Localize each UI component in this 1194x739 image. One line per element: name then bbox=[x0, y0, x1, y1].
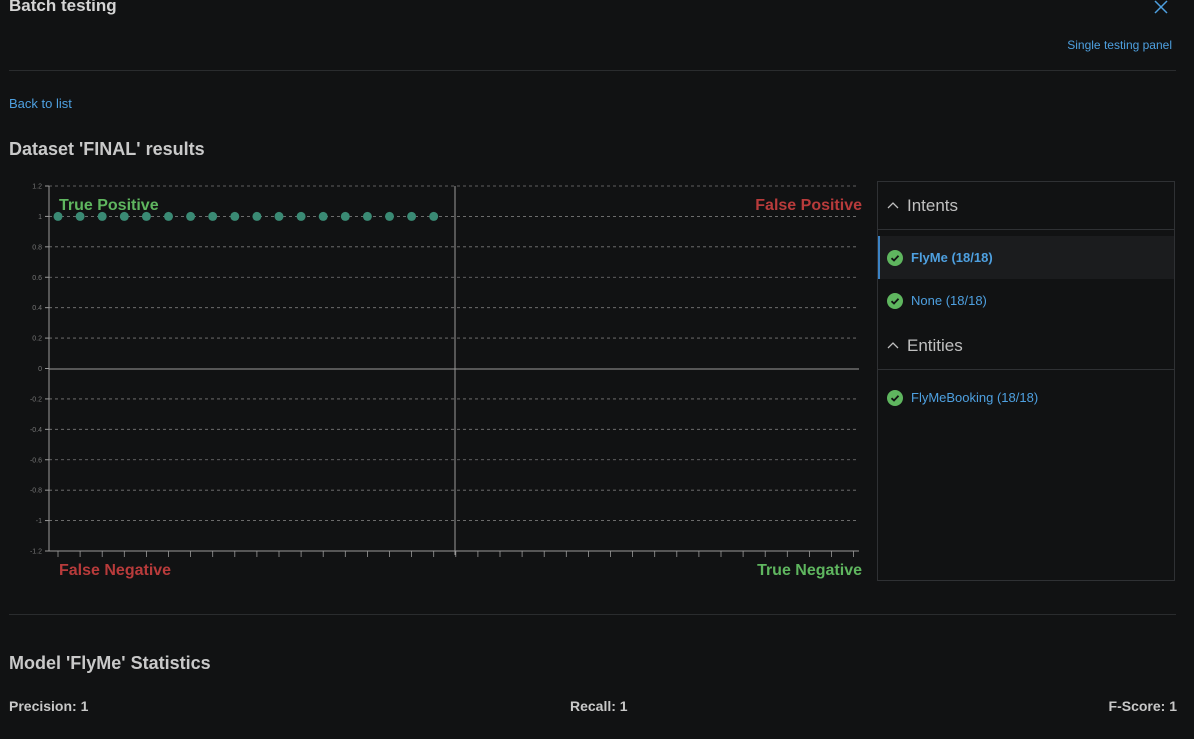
intent-item-flyme[interactable]: FlyMe (18/18) bbox=[878, 236, 1174, 279]
y-tick-label: -0.6 bbox=[30, 457, 42, 464]
intent-item-label: None (18/18) bbox=[911, 293, 987, 308]
data-point bbox=[407, 211, 417, 221]
data-point bbox=[164, 211, 173, 221]
y-tick-label: -1 bbox=[36, 518, 42, 525]
quadrant-label-true-positive: True Positive bbox=[59, 197, 159, 214]
y-tick-label: 1 bbox=[38, 214, 42, 221]
data-point bbox=[362, 211, 372, 221]
data-point bbox=[274, 211, 284, 221]
entities-group-header[interactable]: Entities bbox=[878, 322, 1174, 370]
dataset-title: Dataset 'FINAL' results bbox=[9, 139, 205, 159]
chevron-up-icon bbox=[887, 341, 899, 348]
y-tick-label: 0 bbox=[38, 366, 42, 373]
check-icon bbox=[887, 292, 903, 309]
entity-item-flymebooking[interactable]: FlyMeBooking (18/18) bbox=[878, 376, 1174, 419]
intent-item-label: FlyMe (18/18) bbox=[911, 250, 993, 265]
x-axis-ticks bbox=[57, 551, 854, 557]
header-divider bbox=[9, 70, 1176, 71]
y-tick-label: -0.4 bbox=[30, 427, 42, 434]
y-tick-label: -0.8 bbox=[30, 488, 42, 495]
entities-header-label: Entities bbox=[907, 335, 963, 355]
data-point bbox=[385, 211, 394, 221]
back-to-list-link[interactable]: Back to list bbox=[9, 96, 72, 111]
y-tick-label: 1.2 bbox=[32, 184, 42, 191]
y-axis-ticks: 1.2 1 0.8 0.6 0.4 0.2 0 -0.2 -0.4 -0.6 -0.8 -1 -1.2 bbox=[30, 184, 49, 556]
close-icon[interactable] bbox=[1152, 0, 1170, 16]
entity-item-label: FlyMeBooking (18/18) bbox=[911, 390, 1039, 405]
y-tick-label: 0.2 bbox=[32, 336, 42, 343]
fscore-stat: F-Score: 1 bbox=[1108, 698, 1177, 714]
results-side-panel: Intents FlyMe (18/18) None (18/18) Entit… bbox=[877, 181, 1175, 581]
data-point bbox=[230, 211, 240, 221]
y-tick-label: 0.6 bbox=[32, 275, 42, 282]
y-tick-label: 0.8 bbox=[32, 244, 42, 251]
y-tick-label: 0.4 bbox=[32, 305, 42, 312]
intents-group-header[interactable]: Intents bbox=[878, 182, 1174, 230]
intent-item-none[interactable]: None (18/18) bbox=[878, 279, 1174, 322]
page-title: Batch testing bbox=[9, 0, 117, 15]
data-point bbox=[208, 211, 218, 221]
check-icon bbox=[887, 249, 903, 266]
data-point bbox=[340, 211, 350, 221]
data-point bbox=[318, 211, 328, 221]
quadrant-label-true-negative: True Negative bbox=[757, 562, 862, 579]
data-point bbox=[186, 211, 196, 221]
data-point bbox=[252, 211, 262, 221]
intents-header-label: Intents bbox=[907, 195, 959, 215]
chart-grid bbox=[49, 185, 859, 521]
precision-stat: Precision: 1 bbox=[9, 698, 89, 714]
y-tick-label: -0.2 bbox=[30, 396, 42, 403]
y-tick-label: -1.2 bbox=[30, 549, 42, 556]
quadrant-label-false-negative: False Negative bbox=[59, 562, 171, 579]
check-icon bbox=[887, 389, 903, 406]
recall-stat: Recall: 1 bbox=[570, 698, 628, 714]
section-divider bbox=[9, 614, 1176, 615]
chevron-up-icon bbox=[887, 201, 899, 208]
model-statistics-title: Model 'FlyMe' Statistics bbox=[9, 653, 211, 673]
results-scatter-chart: 1.210.80.60.40.20-0.2-0.4-0.6-0.8-1-1.2 … bbox=[30, 184, 862, 580]
quadrant-label-false-positive: False Positive bbox=[755, 197, 862, 214]
data-point bbox=[429, 211, 439, 221]
data-point bbox=[296, 211, 306, 221]
single-testing-panel-link[interactable]: Single testing panel bbox=[1067, 38, 1172, 52]
